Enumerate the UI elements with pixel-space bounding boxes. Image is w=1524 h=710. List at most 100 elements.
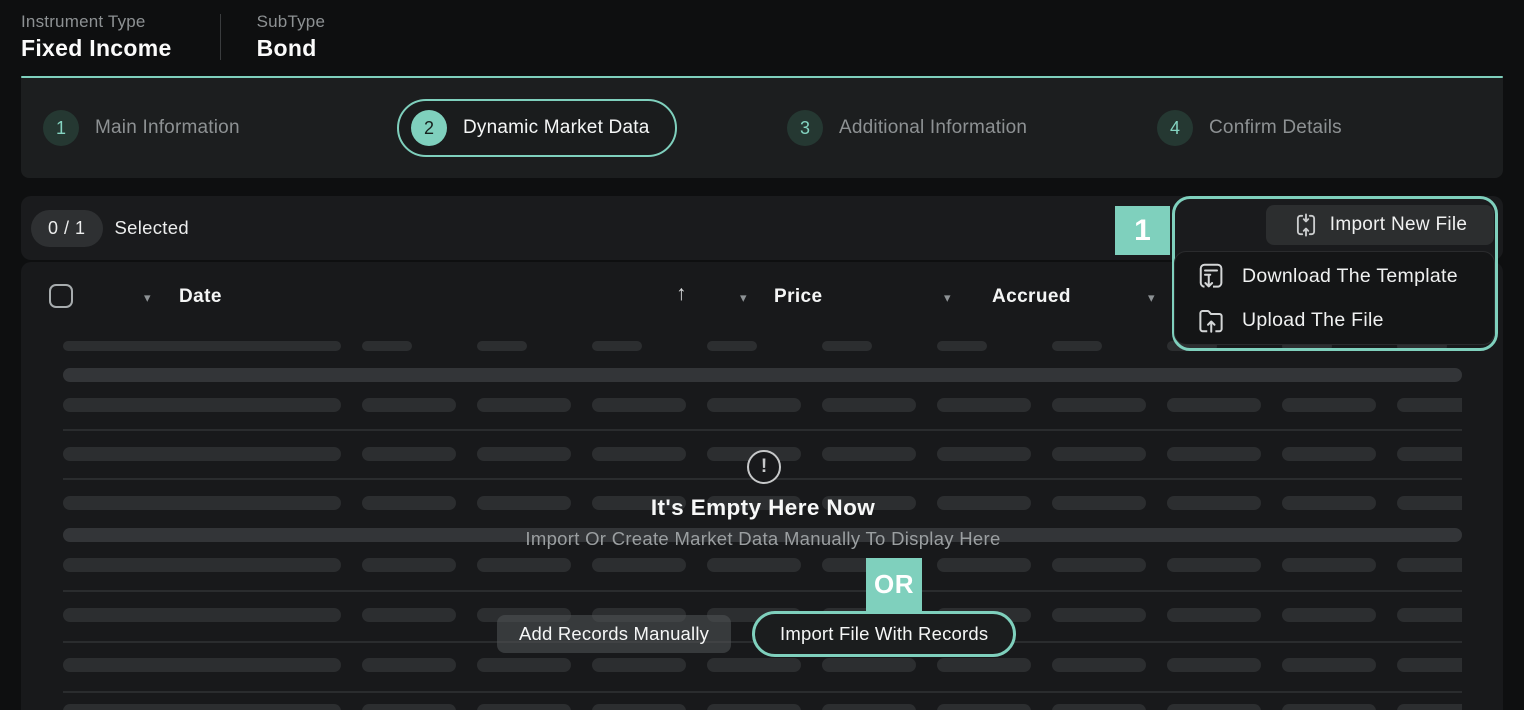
skeleton-pill: [937, 447, 1031, 461]
skeleton-pill: [937, 558, 1031, 572]
skeleton-pill: [1282, 447, 1376, 461]
skeleton-pill: [1397, 704, 1462, 710]
hidden-column-menu-caret-icon[interactable]: ▾: [1148, 290, 1155, 306]
date-column-menu-caret-icon[interactable]: ▾: [144, 290, 151, 306]
skeleton-pill: [63, 558, 341, 572]
skeleton-line-row: [63, 590, 1462, 592]
skeleton-pill: [937, 658, 1031, 672]
subtype-group: SubType Bond: [257, 12, 326, 62]
step-number-badge: 2: [411, 110, 447, 146]
instrument-type-value: Fixed Income: [21, 35, 172, 62]
skeleton-pill: [63, 704, 341, 710]
skeleton-pill: [822, 341, 872, 351]
skeleton-pill: [937, 496, 1031, 510]
accrued-column-menu-caret-icon[interactable]: ▾: [944, 290, 951, 306]
skeleton-pill: [1052, 658, 1146, 672]
select-all-checkbox[interactable]: [49, 284, 73, 308]
skeleton-pill: [592, 341, 642, 351]
skeleton-pill: [1282, 658, 1376, 672]
header-divider: [220, 14, 221, 60]
skeleton-pill: [1397, 496, 1462, 510]
step-number-badge: 4: [1157, 110, 1193, 146]
sort-ascending-icon[interactable]: ↑: [676, 282, 687, 306]
skeleton-pill: [592, 704, 686, 710]
step-label: Dynamic Market Data: [463, 117, 649, 139]
skeleton-pill: [822, 658, 916, 672]
menu-item-upload-file[interactable]: Upload The File: [1175, 298, 1494, 342]
skeleton-pill: [63, 658, 341, 672]
skeleton-pill: [362, 658, 456, 672]
skeleton-pill: [592, 658, 686, 672]
skeleton-pill: [707, 341, 757, 351]
skeleton-pill: [477, 558, 571, 572]
skeleton-pill: [477, 398, 571, 412]
skeleton-pill: [1167, 704, 1261, 710]
skeleton-pill: [63, 608, 341, 622]
skeleton-pills-row: [63, 398, 1462, 412]
skeleton-pill: [1397, 398, 1462, 412]
skeleton-pill: [1052, 704, 1146, 710]
step-label: Confirm Details: [1209, 117, 1342, 139]
skeleton-pill: [1282, 398, 1376, 412]
skeleton-pill: [362, 608, 456, 622]
skeleton-pill: [1282, 496, 1376, 510]
skeleton-pill: [1397, 558, 1462, 572]
coach-step-1-badge: 1: [1115, 206, 1170, 255]
skeleton-pill: [362, 558, 456, 572]
skeleton-pill: [63, 398, 341, 412]
skeleton-pill: [822, 398, 916, 412]
skeleton-line-row: [63, 691, 1462, 693]
skeleton-pill: [362, 704, 456, 710]
skeleton-pill: [1167, 558, 1261, 572]
skeleton-pill: [592, 398, 686, 412]
skeleton-pill: [1052, 341, 1102, 351]
skeleton-pill: [1052, 398, 1146, 412]
price-column-menu-caret-icon[interactable]: ▾: [740, 290, 747, 306]
step-main-information[interactable]: 1 Main Information: [43, 110, 240, 146]
skeleton-pill: [707, 704, 801, 710]
skeleton-pill: [1052, 558, 1146, 572]
skeleton-pill: [362, 341, 412, 351]
skeleton-pill: [707, 658, 801, 672]
skeleton-pill: [822, 447, 916, 461]
skeleton-pills-row: [63, 704, 1462, 710]
skeleton-pill: [707, 558, 801, 572]
skeleton-pill: [1167, 608, 1261, 622]
import-new-file-button[interactable]: Import New File: [1266, 205, 1494, 245]
instrument-type-group: Instrument Type Fixed Income: [21, 12, 172, 62]
skeleton-pill: [937, 341, 987, 351]
skeleton-pill: [477, 447, 571, 461]
step-number-badge: 3: [787, 110, 823, 146]
skeleton-pill: [477, 341, 527, 351]
skeleton-line-row: [63, 429, 1462, 431]
skeleton-pill: [822, 704, 916, 710]
import-file-with-records-button[interactable]: Import File With Records: [752, 611, 1016, 657]
skeleton-pill: [1052, 447, 1146, 461]
step-dynamic-market-data[interactable]: 2 Dynamic Market Data: [397, 99, 677, 157]
import-new-file-label: Import New File: [1330, 214, 1468, 236]
skeleton-pill: [1167, 447, 1261, 461]
add-records-manually-button[interactable]: Add Records Manually: [497, 615, 731, 653]
step-number-badge: 1: [43, 110, 79, 146]
skeleton-pill: [477, 658, 571, 672]
download-template-icon: [1196, 261, 1226, 291]
page-header: Instrument Type Fixed Income SubType Bon…: [21, 12, 325, 62]
menu-item-download-template[interactable]: Download The Template: [1175, 254, 1494, 298]
skeleton-pill: [1052, 608, 1146, 622]
skeleton-pill: [63, 341, 341, 351]
column-header-accrued: Accrued: [992, 286, 1071, 308]
selection-count-badge: 0 / 1: [31, 210, 103, 247]
step-additional-information[interactable]: 3 Additional Information: [787, 110, 1027, 146]
skeleton-pill: [1052, 496, 1146, 510]
empty-state-title: It's Empty Here Now: [651, 495, 875, 521]
or-badge: OR: [866, 558, 922, 611]
column-header-price: Price: [774, 286, 822, 308]
step-confirm-details[interactable]: 4 Confirm Details: [1157, 110, 1342, 146]
skeleton-pill: [362, 447, 456, 461]
empty-state-subtitle: Import Or Create Market Data Manually To…: [525, 528, 1000, 550]
skeleton-pill: [362, 398, 456, 412]
skeleton-pill: [1167, 398, 1261, 412]
skeleton-pill: [1282, 558, 1376, 572]
empty-state-alert-icon: !: [747, 450, 781, 484]
stepper: 1 Main Information 2 Dynamic Market Data…: [21, 78, 1503, 178]
